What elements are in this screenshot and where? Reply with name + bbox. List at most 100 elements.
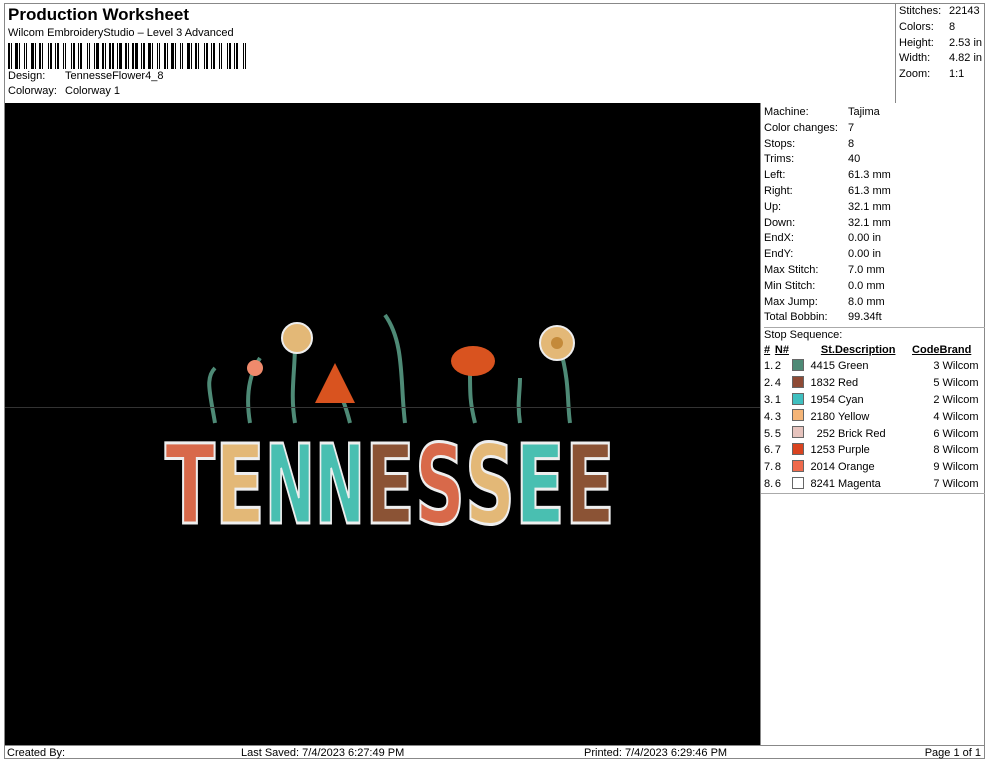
stitch-count: 252 — [816, 427, 835, 440]
design-preview: TENNESSEE — [5, 103, 760, 745]
barcode-bar — [107, 43, 108, 69]
color-code: 9 — [933, 461, 940, 474]
barcode-bar — [169, 43, 170, 69]
summary-value: 4.82 in — [949, 52, 983, 65]
detail-label: Machine: — [764, 106, 809, 118]
color-description: Orange — [837, 461, 875, 474]
detail-row: Trims: 40 — [764, 152, 985, 168]
thread-brand: Wilcom — [942, 377, 979, 390]
barcode-bar — [135, 43, 138, 69]
summary-label: Width: — [899, 52, 931, 65]
color-code: 6 — [933, 427, 940, 440]
detail-row: Machine: Tajima — [764, 105, 985, 121]
letter-e: E — [565, 421, 615, 549]
color-swatch-cell — [791, 409, 806, 426]
colorway-row: Colorway: Colorway 1 — [8, 84, 246, 99]
stop-index: 8. — [764, 478, 774, 491]
barcode-bar — [24, 43, 25, 69]
software-name: Wilcom EmbroideryStudio – Level 3 Advanc… — [8, 27, 234, 39]
barcode-bar — [21, 43, 23, 69]
tennessee-lettering: TENNESSEE — [164, 420, 617, 551]
summary-box: Stitches: 22143 Colors: 8 Height: 2.53 in Widt… — [895, 3, 985, 103]
summary-label: Zoom: — [899, 68, 931, 81]
color-description: Green — [837, 360, 869, 373]
barcode-bar — [152, 43, 153, 69]
stop-sequence-table: # N# St. Description Code Brand 1. 2 4415 Green 3… — [764, 343, 986, 493]
barcode-bar — [130, 43, 131, 69]
barcode-bar — [53, 43, 54, 69]
barcode-bar — [94, 43, 95, 69]
barcode-bar — [132, 43, 134, 69]
color-description: Cyan — [837, 394, 864, 407]
barcode-bar — [200, 43, 203, 69]
color-description: Magenta — [837, 478, 881, 491]
summary-label: Height: — [899, 36, 934, 49]
barcode-bar — [67, 43, 70, 69]
needle-number: 5 — [774, 427, 782, 440]
table-row: 8. 6 8241 Magenta 7 Wilcom — [764, 476, 986, 494]
barcode-bar — [180, 43, 181, 69]
color-code: 8 — [933, 444, 940, 457]
design-row: Design: TennesseFlower4_8 — [8, 69, 246, 84]
detail-row: Total Bobbin: 99.34ft — [764, 310, 985, 326]
barcode-bar — [154, 43, 156, 69]
design-label: Design: — [8, 70, 46, 82]
color-description: Yellow — [837, 410, 870, 423]
detail-value: 32.1 mm — [848, 216, 891, 229]
barcode-bar — [206, 43, 208, 69]
page-title: Production Worksheet — [8, 5, 190, 24]
summary-value: 2.53 in — [949, 36, 983, 49]
barcode-bar — [187, 43, 190, 69]
detail-label: Trims: — [764, 153, 795, 166]
summary-value: 8 — [949, 20, 956, 33]
embroidery-artwork: TENNESSEE — [164, 313, 617, 551]
detail-label: Up: — [764, 200, 782, 213]
detail-value: 61.3 mm — [848, 184, 891, 197]
barcode-bar — [157, 43, 158, 69]
color-swatch — [791, 442, 804, 455]
barcode-bar — [31, 43, 34, 69]
letter-n: N — [265, 421, 315, 549]
barcode-bar — [227, 43, 228, 69]
barcode-bar — [109, 43, 111, 69]
color-swatch — [791, 476, 804, 489]
details-panel: Machine: Tajima Color changes: 7 Stops: 8 Trim… — [760, 103, 985, 745]
detail-value: 40 — [848, 153, 861, 166]
color-description: Purple — [837, 444, 870, 457]
column-header-stitches: St. — [820, 344, 835, 357]
color-swatch-cell — [791, 375, 806, 393]
letter-s: S — [465, 421, 515, 549]
barcode-bar — [167, 43, 168, 69]
color-swatch — [791, 392, 804, 405]
barcode-bar — [112, 43, 114, 69]
stitch-count: 2014 — [810, 461, 835, 474]
detail-label: Total Bobbin: — [764, 311, 828, 324]
summary-label: Stitches: — [899, 5, 942, 17]
color-code: 4 — [933, 410, 940, 423]
detail-value: 7.0 mm — [848, 263, 885, 276]
barcode-bar — [234, 43, 235, 69]
letter-e: E — [215, 421, 265, 549]
barcode-bar — [35, 43, 36, 69]
barcode-bar — [8, 43, 10, 69]
needle-number: 2 — [774, 360, 782, 373]
needle-number: 7 — [774, 444, 782, 457]
page-number: Page 1 of 1 — [924, 747, 981, 759]
detail-row: Down: 32.1 mm — [764, 216, 985, 232]
color-description: Brick Red — [837, 427, 886, 440]
barcode-bar — [213, 43, 215, 69]
color-code: 3 — [933, 360, 940, 373]
detail-label: Stops: — [764, 137, 796, 150]
barcode-bar — [219, 43, 220, 69]
barcode-bar — [182, 43, 183, 69]
stop-index: 2. — [764, 377, 774, 390]
summary-label: Colors: — [899, 20, 934, 33]
color-swatch-cell — [791, 358, 806, 376]
table-row: 4. 3 2180 Yellow 4 Wilcom — [764, 409, 986, 426]
barcode-bar — [91, 43, 93, 69]
table-divider — [761, 493, 985, 495]
barcode-bar — [37, 43, 38, 69]
summary-row: Height: 2.53 in — [899, 36, 985, 52]
detail-row: Right: 61.3 mm — [764, 184, 985, 200]
detail-label: EndY: — [764, 248, 794, 261]
